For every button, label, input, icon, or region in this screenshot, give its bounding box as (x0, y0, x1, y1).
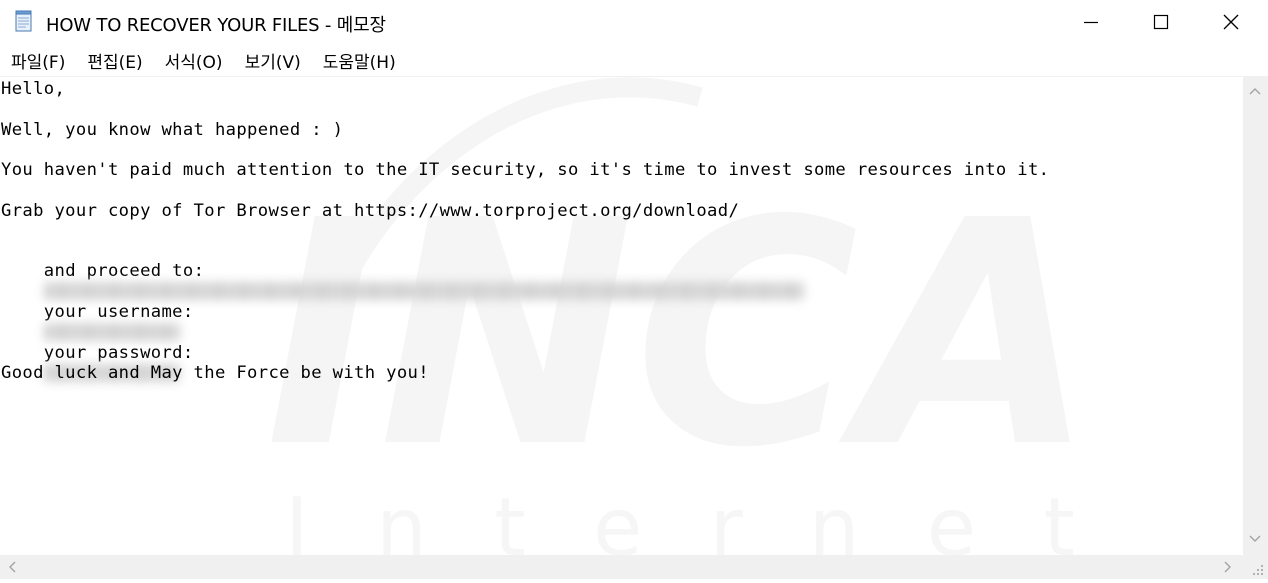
doc-line-2: Well, you know what happened : ) (1, 120, 344, 140)
menu-help[interactable]: 도움말(H) (312, 48, 407, 76)
doc-line-8: Good luck and May the Force be with you! (1, 363, 429, 383)
minimize-button[interactable] (1056, 0, 1126, 44)
window-title: HOW TO RECOVER YOUR FILES - 메모장 (46, 15, 386, 36)
title-bar: HOW TO RECOVER YOUR FILES - 메모장 (0, 0, 1268, 44)
menu-format[interactable]: 서식(O) (154, 48, 234, 76)
password-label: your password: (43, 343, 194, 363)
username-label: your username: (43, 302, 194, 322)
scroll-right-icon[interactable] (1224, 561, 1232, 575)
menu-view[interactable]: 보기(V) (234, 48, 312, 76)
watermark-subtext: Internet (285, 481, 1075, 555)
menu-edit[interactable]: 편집(E) (76, 48, 153, 76)
proceed-label: and proceed to: (43, 261, 205, 281)
minimize-icon (1084, 21, 1098, 24)
maximize-icon (1153, 14, 1169, 30)
doc-line-4: Grab your copy of Tor Browser at https:/… (1, 201, 740, 221)
maximize-button[interactable] (1126, 0, 1196, 44)
scroll-down-icon[interactable] (1249, 533, 1261, 545)
resize-grip[interactable] (1243, 555, 1268, 579)
scroll-left-icon[interactable] (8, 561, 16, 575)
scroll-up-icon[interactable] (1249, 85, 1261, 97)
notepad-icon (14, 10, 34, 32)
resize-grip-icon (1253, 565, 1263, 575)
vertical-scrollbar[interactable] (1243, 77, 1268, 555)
close-button[interactable] (1196, 0, 1266, 44)
menu-file[interactable]: 파일(F) (0, 48, 76, 76)
close-icon (1223, 14, 1239, 30)
horizontal-scrollbar[interactable] (0, 555, 1243, 579)
text-editor[interactable]: INCA Internet Hello, Well, you know what… (0, 77, 1243, 555)
menu-bar: 파일(F) 편집(E) 서식(O) 보기(V) 도움말(H) (0, 48, 407, 76)
doc-line-greeting: Hello, (1, 79, 66, 99)
doc-line-3: You haven't paid much attention to the I… (1, 160, 1050, 180)
